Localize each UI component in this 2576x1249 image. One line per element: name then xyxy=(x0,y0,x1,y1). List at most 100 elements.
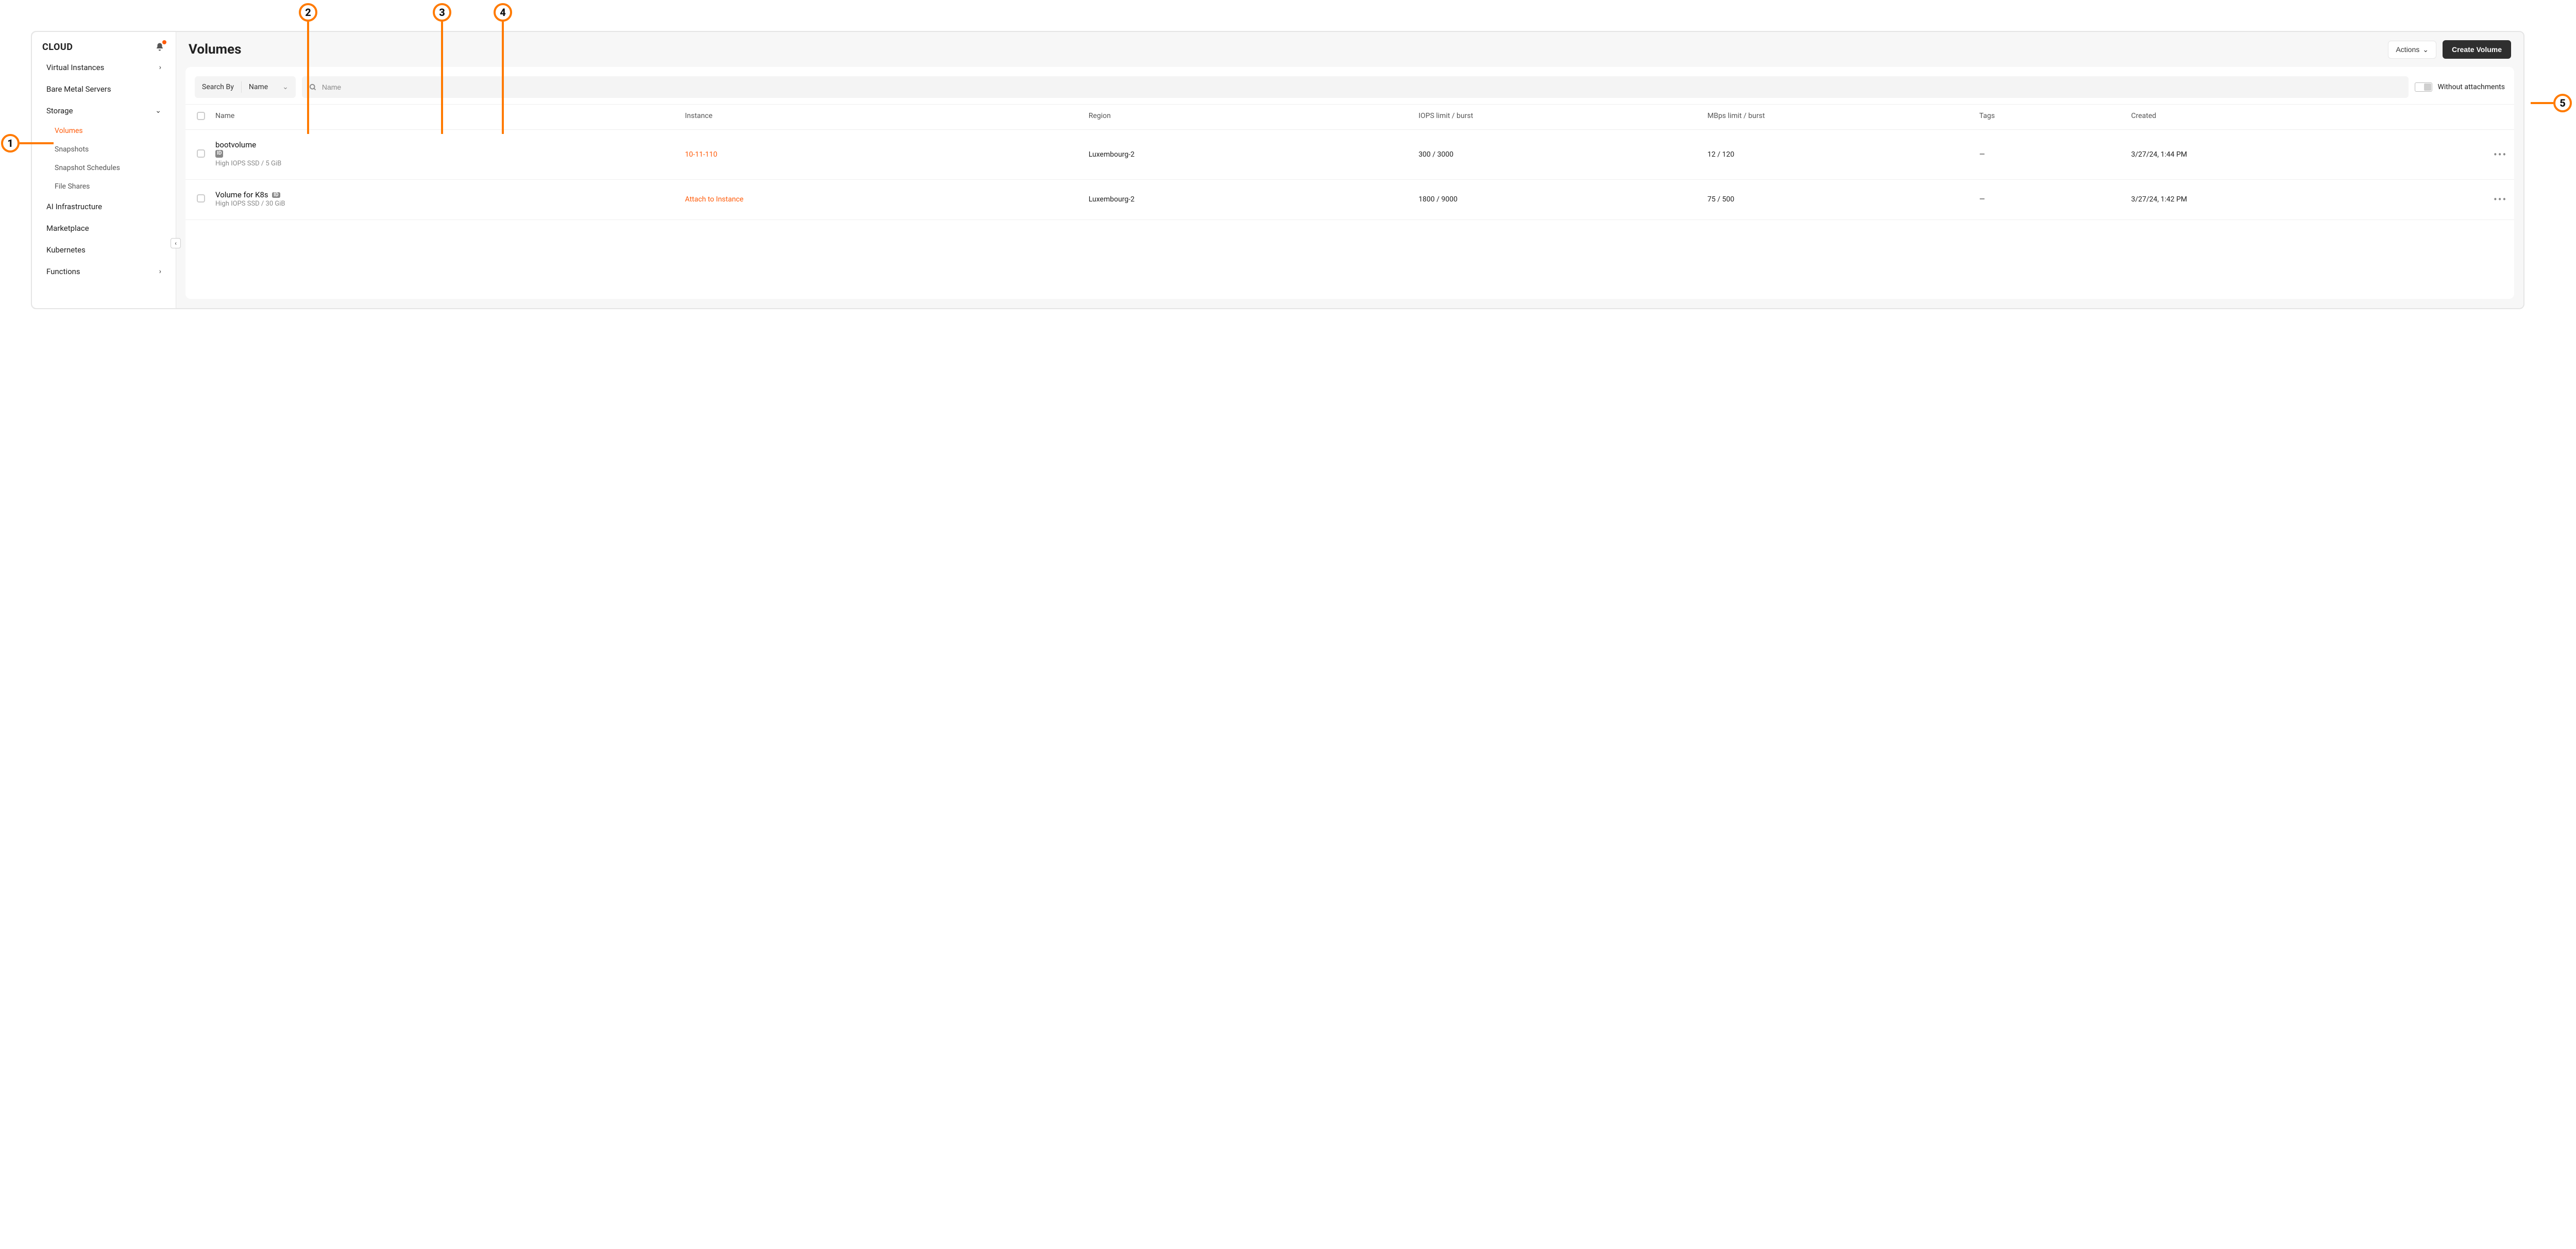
callout-1: 1 xyxy=(1,134,20,153)
content-card: Search By Name ⌄ Without attachments xyxy=(185,67,2514,299)
main-area: Volumes Actions ⌄ Create Volume Search B… xyxy=(176,32,2523,308)
volume-name-line: Volume for K8s ID xyxy=(215,190,674,199)
instance-link[interactable]: 10-11-110 xyxy=(685,150,717,159)
col-tags[interactable]: Tags xyxy=(1974,105,2126,130)
search-icon xyxy=(309,83,317,91)
sidebar-item-label: Bare Metal Servers xyxy=(46,85,111,94)
sidebar-subitem-label: File Shares xyxy=(55,182,90,191)
cell-tags: — xyxy=(1974,130,2126,180)
app-frame: CLOUD Virtual Instances › Bare Metal Ser… xyxy=(31,31,2524,309)
sidebar-header: CLOUD xyxy=(32,32,176,57)
notification-dot xyxy=(162,40,166,44)
chevron-right-icon: › xyxy=(159,63,161,72)
without-attachments-label: Without attachments xyxy=(2437,83,2505,91)
without-attachments-toggle[interactable]: Without attachments xyxy=(2415,82,2505,92)
separator xyxy=(241,81,242,93)
cell-instance: Attach to Instance xyxy=(680,179,1083,220)
row-actions-menu[interactable]: ••• xyxy=(2494,148,2507,161)
id-chip-icon[interactable]: ID xyxy=(215,150,223,158)
sidebar-item-ai-infrastructure[interactable]: AI Infrastructure xyxy=(32,196,176,217)
row-actions-menu[interactable]: ••• xyxy=(2494,193,2507,206)
sidebar-subitem-volumes[interactable]: Volumes xyxy=(32,122,176,140)
chevron-down-icon: ⌄ xyxy=(282,83,289,91)
sidebar-item-label: AI Infrastructure xyxy=(46,202,102,211)
chevron-right-icon: › xyxy=(159,267,161,276)
create-volume-button[interactable]: Create Volume xyxy=(2443,40,2511,59)
search-input-wrap xyxy=(302,76,2409,98)
page-title: Volumes xyxy=(189,42,241,57)
sidebar: CLOUD Virtual Instances › Bare Metal Ser… xyxy=(32,32,176,308)
cell-region: Luxembourg-2 xyxy=(1083,130,1413,180)
sidebar-item-marketplace[interactable]: Marketplace xyxy=(32,217,176,239)
cell-name: Volume for K8s ID High IOPS SSD / 30 GiB xyxy=(210,179,680,220)
cell-mbps: 12 / 120 xyxy=(1702,130,1974,180)
toggle-switch xyxy=(2415,82,2432,92)
callout-3-line xyxy=(441,22,443,134)
callout-5: 5 xyxy=(2553,94,2572,112)
chevron-down-icon: ⌄ xyxy=(155,107,161,115)
volume-name[interactable]: bootvolume xyxy=(215,140,674,149)
volume-spec: High IOPS SSD / 5 GiB xyxy=(215,160,281,167)
sidebar-item-kubernetes[interactable]: Kubernetes xyxy=(32,239,176,261)
header-actions: Actions ⌄ Create Volume xyxy=(2388,40,2511,59)
callout-1-line xyxy=(20,142,54,144)
sidebar-item-virtual-instances[interactable]: Virtual Instances › xyxy=(32,57,176,78)
col-name[interactable]: Name xyxy=(210,105,680,130)
page-header: Volumes Actions ⌄ Create Volume xyxy=(176,32,2523,67)
callout-3: 3 xyxy=(433,3,451,22)
chevron-left-icon: ‹ xyxy=(175,240,177,247)
actions-dropdown[interactable]: Actions ⌄ xyxy=(2388,41,2436,59)
sidebar-item-functions[interactable]: Functions › xyxy=(32,261,176,282)
callout-4-line xyxy=(502,22,504,134)
callout-5-line xyxy=(2531,102,2553,104)
filter-bar: Search By Name ⌄ Without attachments xyxy=(185,67,2514,104)
sidebar-subitem-file-shares[interactable]: File Shares xyxy=(32,177,176,196)
search-field-select[interactable]: Name ⌄ xyxy=(249,83,289,91)
table-header-row: Name Instance Region IOPS limit / burst … xyxy=(185,105,2514,130)
col-created[interactable]: Created xyxy=(2126,105,2488,130)
volume-name[interactable]: Volume for K8s xyxy=(215,190,268,199)
search-input[interactable] xyxy=(322,83,2402,91)
cell-mbps: 75 / 500 xyxy=(1702,179,1974,220)
select-all-checkbox[interactable] xyxy=(197,112,205,120)
search-by-label: Search By xyxy=(202,83,234,91)
sidebar-subitem-label: Volumes xyxy=(55,127,83,135)
callout-2: 2 xyxy=(299,3,317,22)
actions-label: Actions xyxy=(2396,45,2419,54)
attach-instance-link[interactable]: Attach to Instance xyxy=(685,195,743,204)
volumes-table: Name Instance Region IOPS limit / burst … xyxy=(185,104,2514,220)
sidebar-subitem-label: Snapshot Schedules xyxy=(55,164,120,172)
col-mbps[interactable]: MBps limit / burst xyxy=(1702,105,1974,130)
volume-spec: High IOPS SSD / 30 GiB xyxy=(215,200,285,208)
callout-4: 4 xyxy=(494,3,512,22)
table-row: bootvolume ID High IOPS SSD / 5 GiB 10-1… xyxy=(185,130,2514,180)
sidebar-subitem-label: Snapshots xyxy=(55,145,89,154)
cell-instance: 10-11-110 xyxy=(680,130,1083,180)
toggle-knob xyxy=(2424,83,2431,91)
notifications-bell[interactable] xyxy=(154,41,165,53)
sidebar-item-bare-metal[interactable]: Bare Metal Servers xyxy=(32,78,176,100)
col-iops[interactable]: IOPS limit / burst xyxy=(1413,105,1702,130)
id-chip-icon[interactable]: ID xyxy=(272,192,280,198)
volume-subinfo: High IOPS SSD / 30 GiB xyxy=(215,199,674,209)
cell-name: bootvolume ID High IOPS SSD / 5 GiB xyxy=(210,130,680,180)
create-volume-label: Create Volume xyxy=(2452,45,2502,54)
cell-created: 3/27/24, 1:44 PM xyxy=(2126,130,2488,180)
table-row: Volume for K8s ID High IOPS SSD / 30 GiB… xyxy=(185,179,2514,220)
sidebar-item-label: Virtual Instances xyxy=(46,63,104,72)
volume-subinfo: ID High IOPS SSD / 5 GiB xyxy=(215,149,674,169)
col-region[interactable]: Region xyxy=(1083,105,1413,130)
row-checkbox[interactable] xyxy=(197,194,205,202)
sidebar-item-label: Functions xyxy=(46,267,80,276)
chevron-down-icon: ⌄ xyxy=(2422,45,2429,54)
cell-iops: 300 / 3000 xyxy=(1413,130,1702,180)
search-field-value: Name xyxy=(249,83,268,91)
cell-tags: — xyxy=(1974,179,2126,220)
sidebar-title: CLOUD xyxy=(42,42,73,53)
col-instance[interactable]: Instance xyxy=(680,105,1083,130)
sidebar-item-storage[interactable]: Storage ⌄ xyxy=(32,100,176,122)
sidebar-subitem-snapshot-schedules[interactable]: Snapshot Schedules xyxy=(32,159,176,177)
sidebar-collapse-button[interactable]: ‹ xyxy=(171,238,181,248)
search-by-control: Search By Name ⌄ xyxy=(195,76,296,98)
row-checkbox[interactable] xyxy=(197,149,205,158)
